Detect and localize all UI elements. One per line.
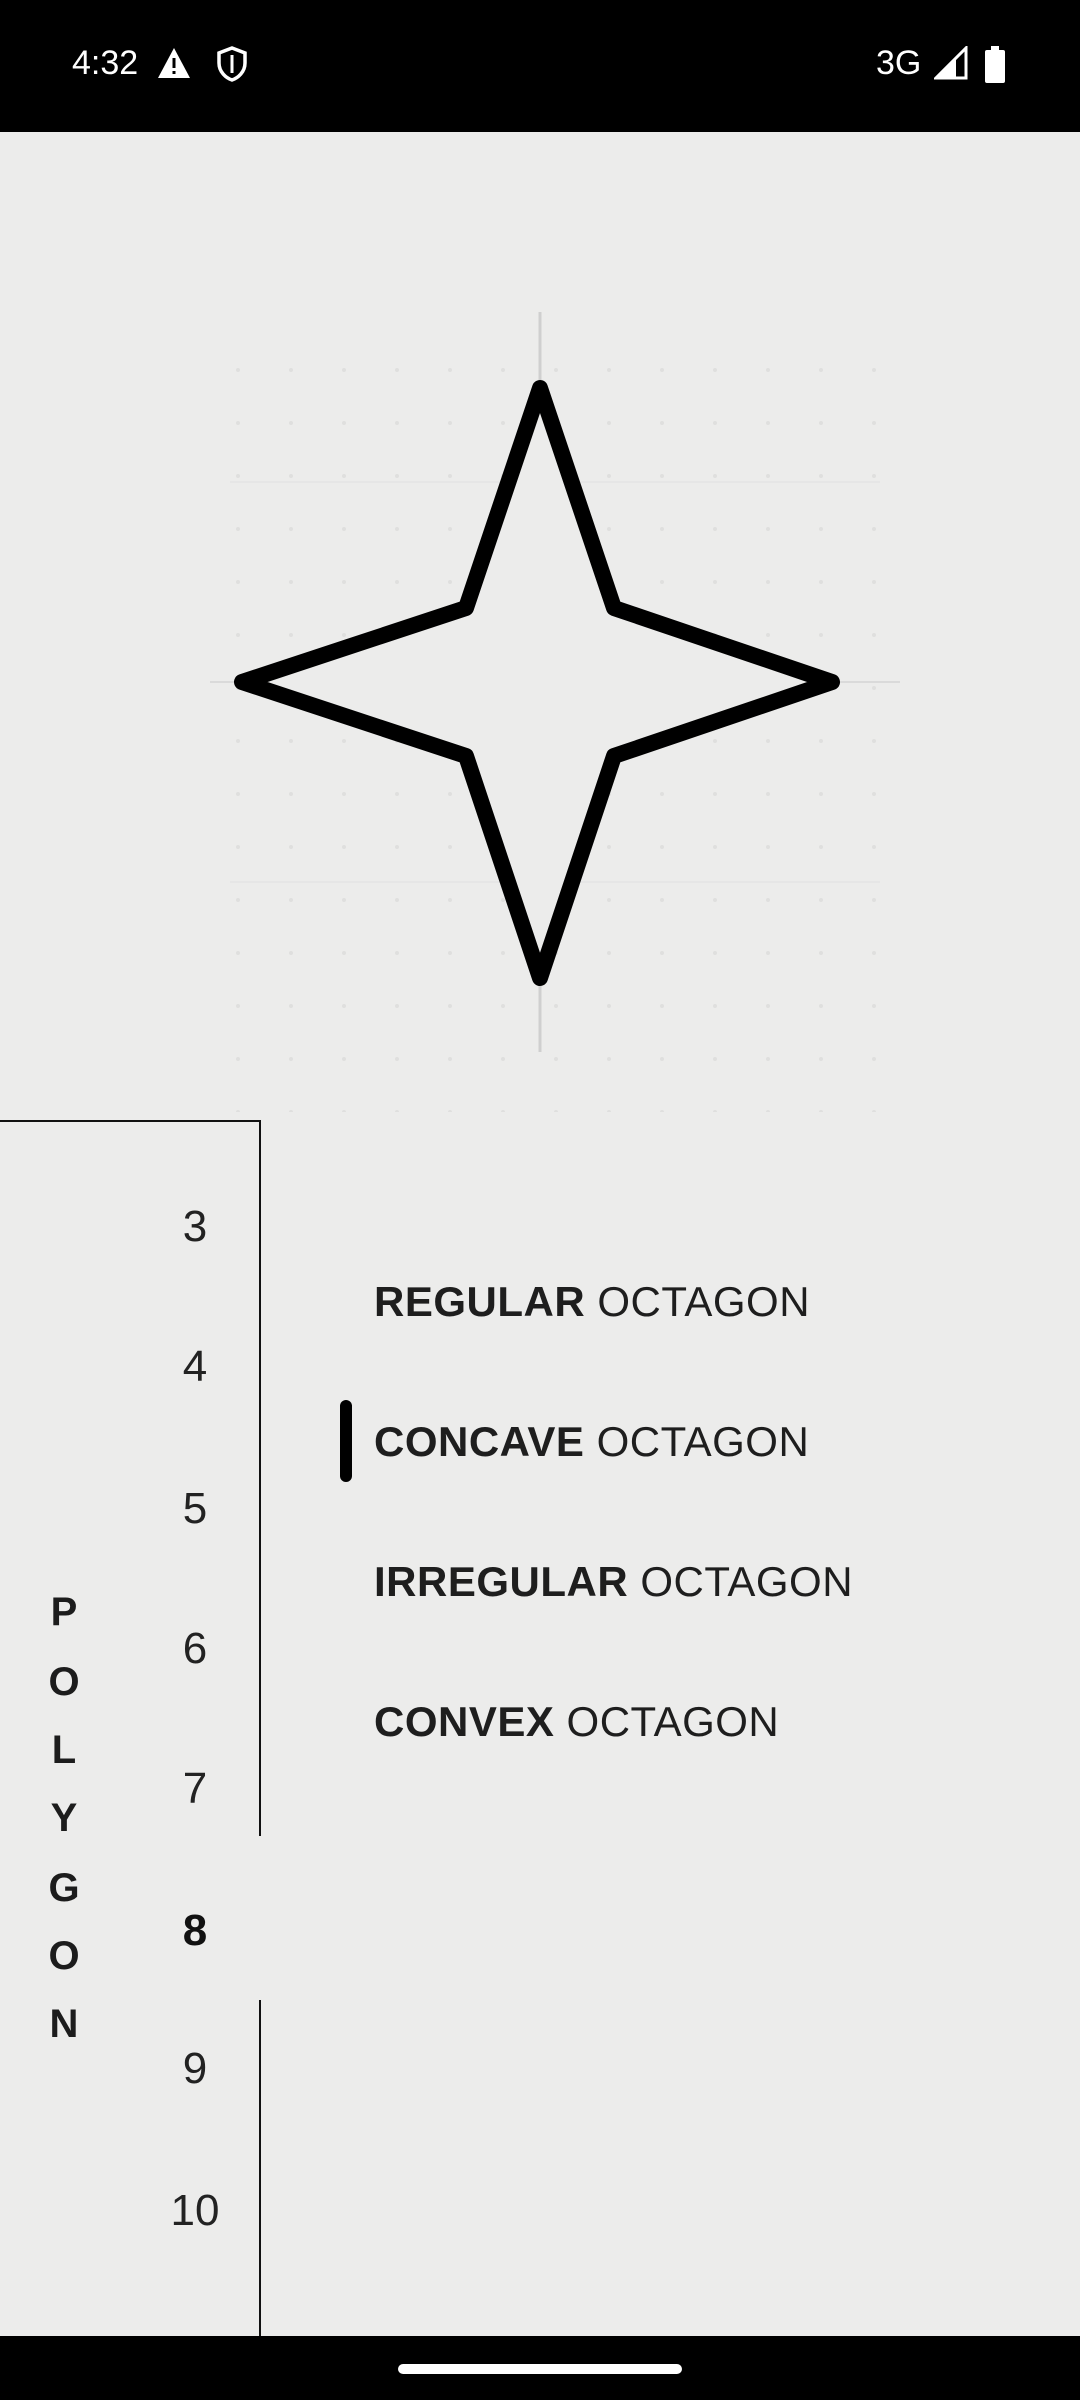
warning-icon [156, 46, 192, 85]
home-gesture-handle[interactable] [398, 2364, 682, 2374]
type-noun: OCTAGON [584, 1418, 810, 1465]
title-letter: G [48, 1866, 80, 1910]
status-bar: 4:32 3G [0, 0, 1080, 132]
type-qualifier: IRREGULAR [374, 1558, 629, 1605]
title-letter: N [49, 2002, 79, 2046]
title-letter: Y [50, 1796, 78, 1840]
picker-border-right-lower [259, 2000, 261, 2340]
type-option-regular[interactable]: REGULAR OCTAGON [374, 1278, 810, 1326]
type-qualifier: REGULAR [374, 1278, 586, 1325]
title-letter: L [51, 1728, 77, 1772]
network-type: 3G [876, 44, 922, 82]
sides-option-7[interactable]: 7 [140, 1764, 250, 1814]
signal-icon [932, 44, 968, 85]
title-letter: P [50, 1590, 78, 1634]
battery-icon [984, 46, 1006, 89]
type-noun: OCTAGON [585, 1278, 811, 1325]
picker-border-right [259, 1120, 261, 1836]
sides-option-3[interactable]: 3 [140, 1202, 250, 1252]
type-option-convex[interactable]: CONVEX OCTAGON [374, 1698, 779, 1746]
type-qualifier: CONCAVE [374, 1418, 585, 1465]
type-qualifier: CONVEX [374, 1698, 555, 1745]
selected-type-indicator [340, 1400, 352, 1482]
shield-icon [216, 46, 248, 87]
sides-option-8-selected[interactable]: 8 [140, 1906, 250, 1956]
title-letter: O [48, 1934, 80, 1978]
type-noun: OCTAGON [628, 1558, 854, 1605]
type-noun: OCTAGON [554, 1698, 780, 1745]
type-option-concave[interactable]: CONCAVE OCTAGON [374, 1418, 809, 1466]
sides-option-6[interactable]: 6 [140, 1624, 250, 1674]
sides-option-4[interactable]: 4 [140, 1342, 250, 1392]
sides-option-9[interactable]: 9 [140, 2044, 250, 2094]
sides-option-5[interactable]: 5 [140, 1484, 250, 1534]
polygon-sides-picker [0, 1120, 260, 2335]
shape-canvas [0, 132, 1080, 1192]
title-letter: O [48, 1660, 80, 1704]
status-time: 4:32 [72, 44, 139, 82]
sides-option-10[interactable]: 10 [140, 2186, 250, 2236]
type-option-irregular[interactable]: IRREGULAR OCTAGON [374, 1558, 853, 1606]
picker-border-top [0, 1120, 261, 1122]
